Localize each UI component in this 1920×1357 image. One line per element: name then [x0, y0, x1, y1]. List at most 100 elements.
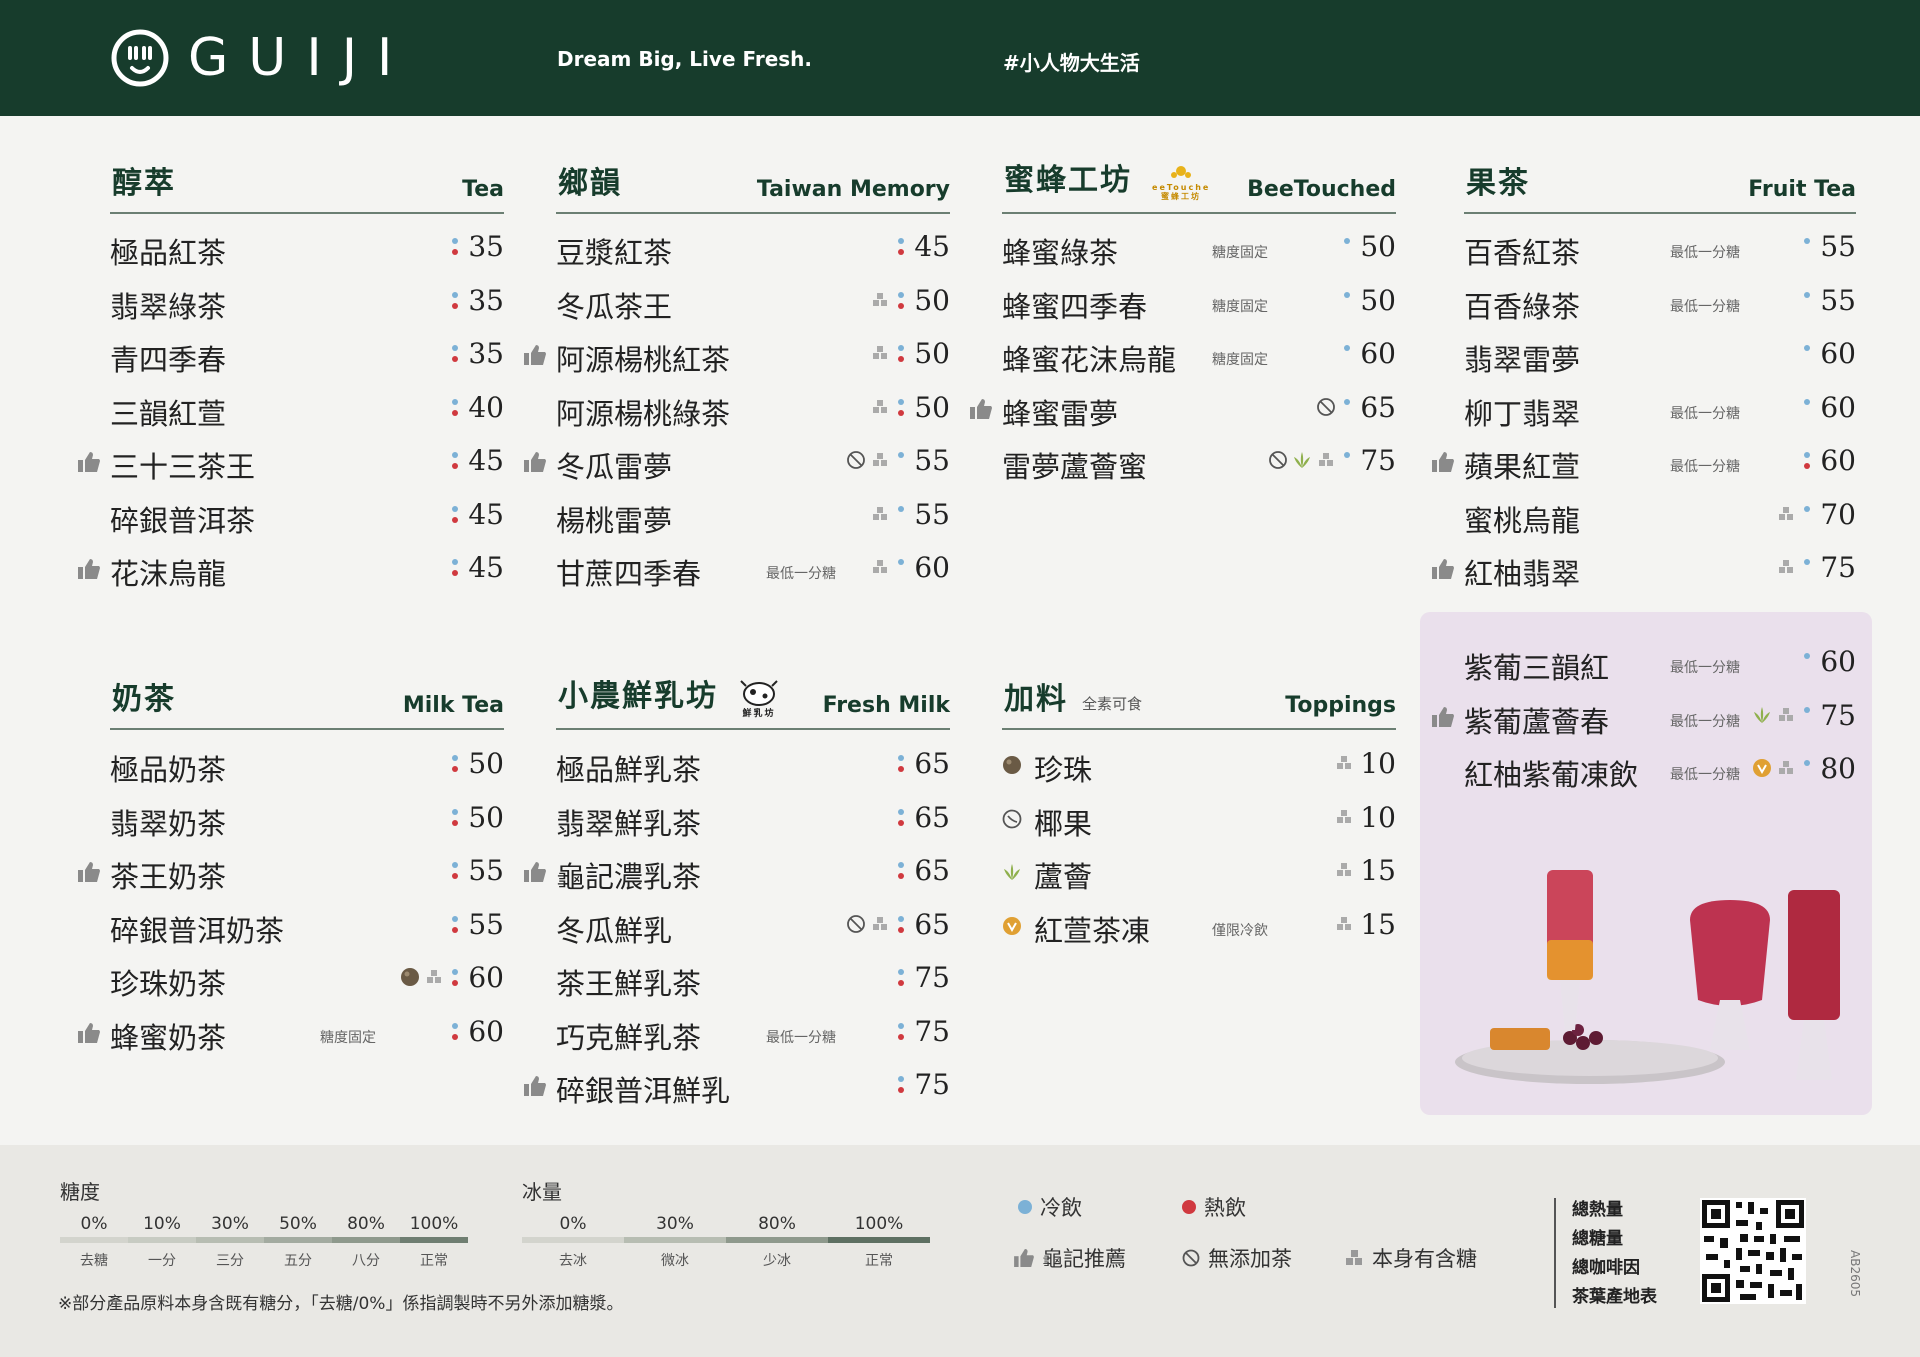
cold-dot-icon: [452, 808, 458, 815]
fresh-milk-item[interactable]: 巧克鮮乳茶 最低一分糖 75: [556, 1011, 950, 1055]
fresh-milk-item[interactable]: 冬瓜鮮乳 65: [556, 904, 950, 948]
item-price: 75: [1360, 444, 1396, 477]
scale-label: 三分: [216, 1253, 244, 1269]
fruit-item[interactable]: 百香紅茶 最低一分糖 55: [1464, 226, 1856, 270]
topping-item[interactable]: 椰果 10: [1002, 797, 1396, 841]
item-markers: [1334, 860, 1358, 880]
hot-cold-indicator: [898, 755, 906, 779]
scale-percent: 100%: [409, 1214, 459, 1234]
tea-item[interactable]: 花沫烏龍 45: [78, 547, 504, 591]
item-price: 75: [914, 1068, 950, 1101]
tea-item[interactable]: 翡翠綠茶 35: [110, 280, 504, 324]
taiwan-item[interactable]: 楊桃雷夢 55: [556, 494, 950, 538]
fruit-item[interactable]: 蜜桃烏龍 70: [1464, 494, 1856, 538]
item-name: 青四季春: [110, 343, 227, 377]
fruit-special-item[interactable]: 紫葡蘆薈春 最低一分糖 75: [1432, 695, 1856, 739]
bee-item[interactable]: 蜂蜜雷夢 65: [970, 387, 1396, 431]
item-name: 蜂蜜奶茶: [110, 1020, 227, 1055]
fruit-special-item[interactable]: 紅柚紫葡凍飲 最低一分糖 80: [1464, 748, 1856, 792]
bee-item[interactable]: 雷夢蘆薈蜜 75: [1002, 440, 1396, 484]
bee-item[interactable]: 蜂蜜綠茶 糖度固定 50: [1002, 226, 1396, 270]
taiwan-item[interactable]: 阿源楊桃紅茶 50: [524, 333, 950, 377]
milk-tea-item[interactable]: 極品奶茶 50: [110, 743, 504, 787]
info-tea-origin: 茶葉產地表: [1572, 1287, 1657, 1307]
tea-item[interactable]: 三十三茶王 45: [78, 440, 504, 484]
fresh-milk-item[interactable]: 翡翠鮮乳茶 65: [556, 797, 950, 841]
hot-cold-indicator: [452, 291, 460, 316]
milk-tea-item[interactable]: 茶王奶茶 55: [78, 850, 504, 894]
section-en-title: Fresh Milk: [822, 693, 950, 718]
thumbs-up-icon: [1432, 559, 1454, 579]
taiwan-item[interactable]: 冬瓜茶王 50: [556, 280, 950, 324]
topping-item[interactable]: 珍珠 10: [1002, 743, 1396, 787]
fresh-milk-item[interactable]: 極品鮮乳茶 65: [556, 743, 950, 787]
fresh-milk-item[interactable]: 碎銀普洱鮮乳 75: [524, 1064, 950, 1108]
tea-item[interactable]: 三韻紅萱 40: [110, 387, 504, 431]
fruit-item[interactable]: 蘋果紅萱 最低一分糖 60: [1432, 440, 1856, 484]
topping-item[interactable]: 紅萱茶凍 僅限冷飲 15: [1002, 904, 1396, 948]
sugar-cube-icon: [873, 560, 887, 573]
milk-tea-item[interactable]: 翡翠奶茶 50: [110, 797, 504, 841]
item-price: 55: [468, 907, 504, 941]
sugar-cube-icon: [1337, 863, 1351, 876]
item-name: 蜂蜜四季春: [1002, 289, 1148, 324]
milk-tea-item[interactable]: 珍珠奶茶 60: [110, 957, 504, 1001]
item-name: 珍珠奶茶: [110, 967, 227, 1001]
tea-item[interactable]: 極品紅茶 35: [110, 226, 504, 270]
hot-cold-indicator: [898, 1022, 906, 1047]
fresh-milk-item[interactable]: 茶王鮮乳茶 75: [556, 957, 950, 1001]
hot-cold-indicator: [452, 755, 460, 779]
thumbs-up-icon: [78, 452, 100, 472]
hot-dot-icon: [452, 463, 458, 469]
section-en-title: Fruit Tea: [1748, 177, 1856, 202]
divider: [1554, 1198, 1556, 1308]
legend-cold-label: 冷飲: [1040, 1196, 1082, 1220]
fruit-special-item[interactable]: 紫葡三韻紅 最低一分糖 60: [1464, 641, 1856, 685]
item-price: 55: [468, 854, 504, 887]
fruit-item[interactable]: 紅柚翡翠 75: [1432, 547, 1856, 591]
tea-item[interactable]: 碎銀普洱茶 45: [110, 494, 504, 538]
fruit-item[interactable]: 柳丁翡翠 最低一分糖 60: [1464, 387, 1856, 431]
cold-dot-icon: [1344, 452, 1350, 458]
item-price: 50: [468, 800, 504, 834]
item-note: 最低一分糖: [1670, 405, 1740, 422]
aloe-icon: [1754, 706, 1770, 723]
milk-tea-item[interactable]: 碎銀普洱奶茶 55: [110, 904, 504, 948]
cold-dot-icon: [1804, 706, 1810, 713]
cold-dot-icon: [898, 345, 904, 351]
fresh-milk-item[interactable]: 龜記濃乳茶 65: [524, 850, 950, 894]
cold-dot-icon: [452, 755, 458, 761]
menu-code: AB2605: [1848, 1250, 1862, 1297]
thumbs-up-icon: [524, 1076, 546, 1096]
item-name: 蘆薈: [1034, 860, 1093, 894]
pearl-icon: [401, 968, 419, 986]
bee-item[interactable]: 蜂蜜四季春 糖度固定 50: [1002, 280, 1396, 324]
topping-item[interactable]: 蘆薈 15: [1002, 850, 1396, 894]
item-name: 紫葡蘆薈春: [1464, 704, 1610, 739]
bee-item[interactable]: 蜂蜜花沫烏龍 糖度固定 60: [1002, 333, 1396, 377]
qr-code-icon[interactable]: [1700, 1198, 1806, 1304]
item-price: 65: [914, 747, 950, 780]
item-name: 紫葡三韻紅: [1464, 651, 1610, 685]
tea-item[interactable]: 青四季春 35: [110, 333, 504, 377]
hot-cold-indicator: [452, 1022, 460, 1047]
cold-dot-icon: [898, 862, 904, 868]
taiwan-item[interactable]: 冬瓜雷夢 55: [524, 440, 950, 484]
milk-tea-item[interactable]: 蜂蜜奶茶 糖度固定 60: [78, 1011, 504, 1055]
item-name: 珍珠: [1034, 753, 1093, 787]
svg-text:蜜蜂工坊: 蜜蜂工坊: [1161, 191, 1201, 201]
sugar-cube-icon: [1337, 916, 1351, 930]
hashtag: #小人物大生活: [1003, 51, 1140, 75]
aloe-icon: [1294, 452, 1310, 468]
section-title: 小農鮮乳坊 鮮乳坊: [558, 671, 780, 718]
section-note: 全素可食: [1082, 695, 1143, 713]
taiwan-item[interactable]: 甘蔗四季春 最低一分糖 60: [556, 547, 950, 591]
fruit-item[interactable]: 翡翠雷夢 60: [1464, 333, 1856, 377]
cold-dot-icon: [452, 505, 458, 512]
item-note: 最低一分糖: [1670, 767, 1740, 783]
taiwan-item[interactable]: 阿源楊桃綠茶 50: [556, 387, 950, 431]
item-name: 翡翠綠茶: [110, 289, 227, 324]
taiwan-item[interactable]: 豆漿紅茶 45: [556, 226, 950, 270]
fruit-item[interactable]: 百香綠茶 最低一分糖 55: [1464, 280, 1856, 324]
item-price: 45: [468, 551, 504, 584]
